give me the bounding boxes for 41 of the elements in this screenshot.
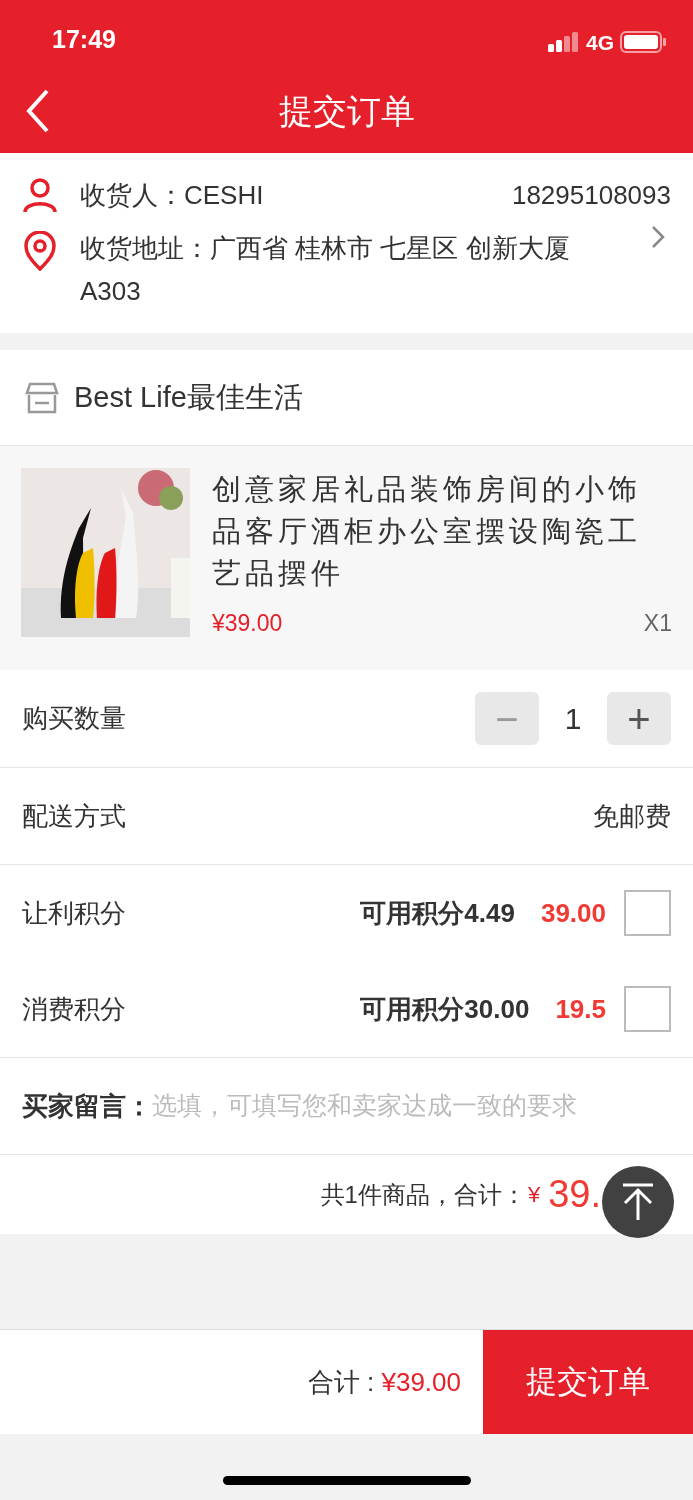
message-field[interactable]: 选填，可填写您和卖家达成一致的要求 — [152, 1087, 671, 1125]
summary-text: 共1件商品，合计： — [320, 1179, 526, 1210]
plus-button[interactable]: + — [607, 692, 671, 745]
address-text: 收货地址：广西省 桂林市 七星区 创新大厦A303 — [80, 232, 571, 308]
signal-icon — [548, 32, 580, 53]
summary-currency: ¥ — [527, 1181, 541, 1209]
checkbox[interactable] — [624, 986, 671, 1032]
bottom-total-label: 合计 : — [307, 1365, 376, 1399]
submit-order-button[interactable]: 提交订单 — [483, 1330, 693, 1434]
page-title: 提交订单 — [278, 91, 415, 132]
store-name: Best Life最佳生活 — [74, 379, 303, 415]
points-label: 让利积分 — [22, 896, 126, 930]
points-label: 消费积分 — [22, 992, 126, 1026]
location-pin-icon — [22, 231, 58, 271]
status-time: 17:49 — [52, 23, 116, 55]
points-amount: 39.00 — [540, 896, 606, 930]
person-icon — [22, 177, 58, 213]
network-label: 4G — [586, 29, 614, 56]
message-label: 买家留言： — [22, 1089, 152, 1123]
available-points: 可用积分4.49 — [360, 896, 515, 930]
battery-icon — [620, 31, 666, 54]
product-count: X1 — [643, 608, 672, 638]
checkbox[interactable] — [624, 890, 671, 936]
summary-total: 39. — [548, 1172, 601, 1217]
quantity-value: 1 — [563, 701, 583, 737]
phone-number: 18295108093 — [511, 178, 671, 212]
quantity-label: 购买数量 — [22, 702, 126, 735]
delivery-label: 配送方式 — [22, 799, 126, 833]
product-card[interactable]: 创意家居礼品装饰房间的小饰品客厅酒柜办公室摆设陶瓷工艺品摆件 ¥39.00 X1 — [0, 446, 693, 670]
chevron-right-icon — [651, 225, 665, 249]
product-price: ¥39.00 — [212, 608, 283, 638]
bottom-total: ¥39.00 — [381, 1365, 461, 1399]
receiver-text: 收货人：CESHI — [80, 178, 264, 212]
back-icon[interactable] — [26, 89, 50, 133]
product-title: 创意家居礼品装饰房间的小饰品客厅酒柜办公室摆设陶瓷工艺品摆件 — [212, 472, 642, 591]
store-icon — [24, 380, 60, 415]
delivery-value: 免邮费 — [593, 799, 671, 833]
arrow-up-icon — [621, 1183, 655, 1221]
points-amount: 19.5 — [555, 992, 606, 1026]
available-points: 可用积分30.00 — [360, 992, 530, 1026]
address-card[interactable]: 收货人：CESHI 18295108093 收货地址：广西省 桂林市 七星区 创新大厦A303 — [0, 153, 693, 333]
